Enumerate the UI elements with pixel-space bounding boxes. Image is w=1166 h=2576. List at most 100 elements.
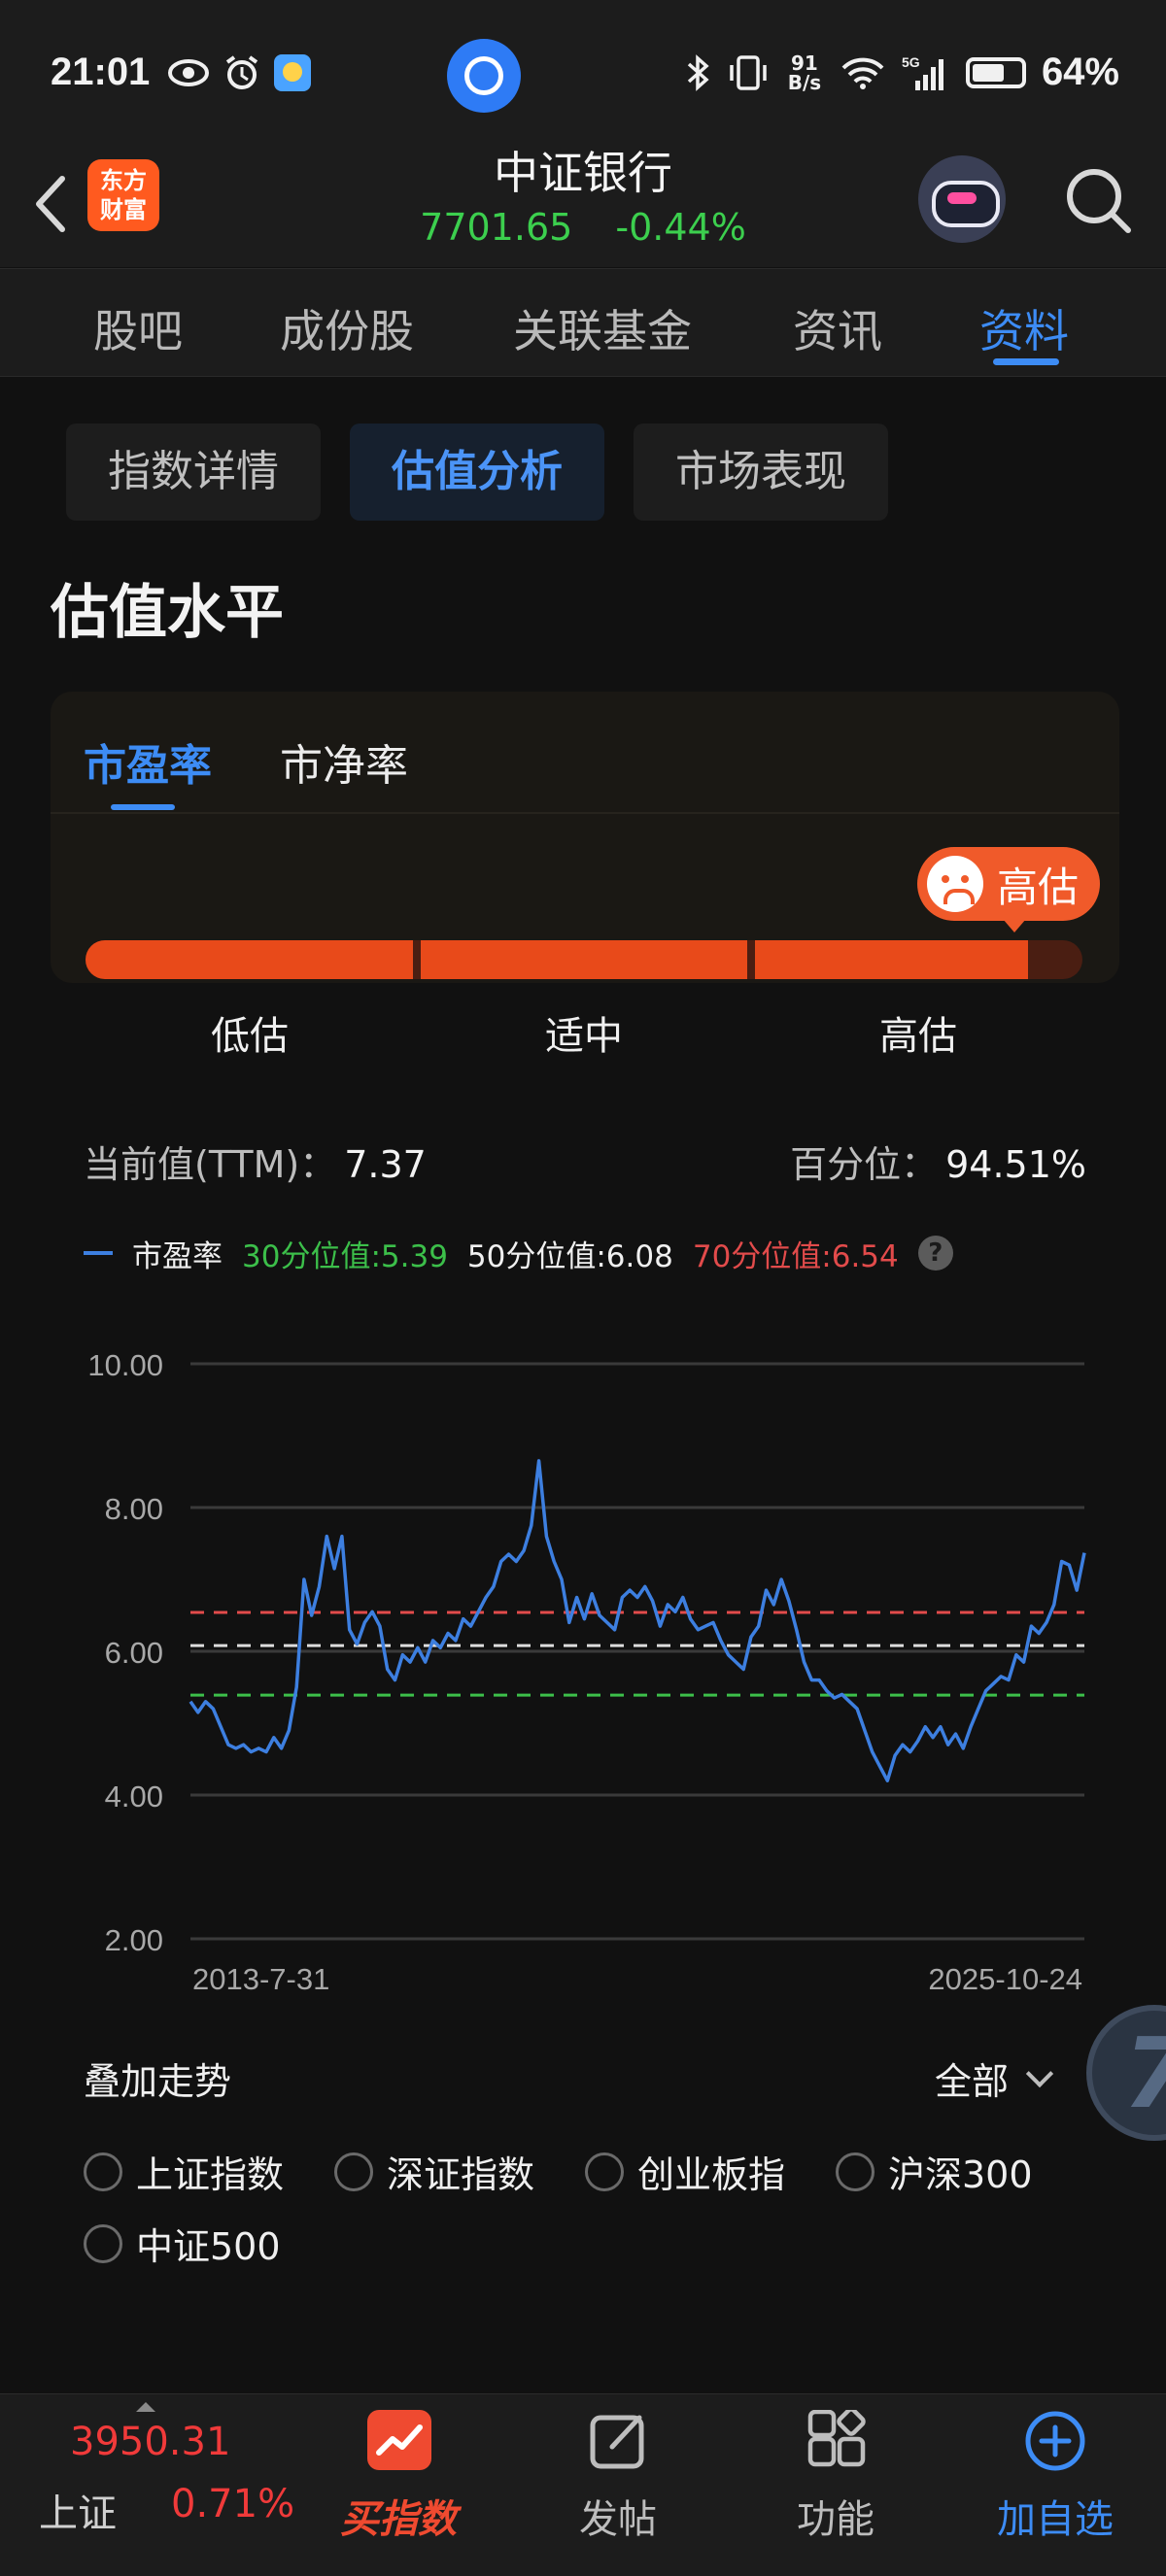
x-end-label: 2025-10-24: [928, 1962, 1082, 1996]
tab-related-funds[interactable]: 关联基金: [513, 296, 692, 360]
level-segment-low: [86, 940, 413, 979]
overlay-range-value: 全部: [935, 2060, 1010, 2103]
tab-pe-ratio[interactable]: 市盈率: [84, 730, 212, 793]
sse-index-name[interactable]: 上证: [39, 2482, 117, 2538]
level-segment-mid: [420, 940, 748, 979]
y-tick-label: 8.00: [105, 1492, 163, 1526]
level-label-low: 低估: [211, 1014, 289, 1059]
vibrate-icon: [730, 54, 767, 90]
expand-caret-icon[interactable]: [136, 2402, 155, 2412]
subtab-index-details[interactable]: 指数详情: [66, 424, 321, 521]
subtab-market-performance[interactable]: 市场表现: [634, 424, 888, 521]
chevron-down-icon: [1025, 2059, 1054, 2087]
floating-app-icon[interactable]: [447, 39, 521, 113]
percentile-number: 94.51%: [945, 1143, 1086, 1186]
subtab-valuation-analysis[interactable]: 估值分析: [350, 424, 604, 521]
chart-legend: 市盈率 30分位值:5.39 50分位值:6.08 70分位值:6.54 ?: [84, 1232, 953, 1274]
radio-icon: [836, 2152, 874, 2191]
svg-text:5G: 5G: [902, 54, 920, 70]
radio-icon: [84, 2152, 122, 2191]
weather-icon: [274, 54, 311, 91]
current-value-label: 当前值(TTM)：: [84, 1143, 337, 1186]
add-watchlist-button[interactable]: 加自选: [968, 2488, 1143, 2544]
functions-button[interactable]: 功能: [748, 2488, 923, 2544]
buy-index-button[interactable]: 买指数: [340, 2488, 457, 2544]
tab-news[interactable]: 资讯: [793, 296, 882, 360]
y-tick-label: 2.00: [105, 1923, 163, 1957]
radio-icon: [334, 2152, 373, 2191]
bluetooth-icon: [687, 53, 709, 91]
sse-index-value[interactable]: 3950.31: [70, 2420, 230, 2464]
index-change: -0.44%: [615, 206, 746, 249]
card-tab-indicator: [111, 804, 175, 810]
percentile-label: 百分位：: [790, 1143, 939, 1186]
pe-ratio-chart: 10.00 8.00 6.00 4.00 2.00 2013-7-31 2025-10-24: [87, 1348, 1086, 1996]
bottom-bar: 3950.31 上证 0.71% 买指数 发帖 功能 加自选: [0, 2393, 1166, 2576]
y-tick-label: 10.00: [87, 1348, 163, 1382]
active-tab-indicator: [993, 358, 1059, 365]
tab-guba[interactable]: 股吧: [93, 296, 183, 360]
y-tick-label: 4.00: [105, 1779, 163, 1813]
card-divider: [51, 812, 1119, 814]
functions-icon[interactable]: [806, 2410, 867, 2470]
overlay-option-szse[interactable]: 深证指数: [334, 2145, 534, 2198]
valuation-level-bar: [86, 940, 1082, 979]
radio-icon: [84, 2223, 122, 2263]
floating-assistant-ball[interactable]: [1086, 2005, 1166, 2141]
valuation-badge: 高估: [917, 847, 1100, 921]
app-header: 东方财富 中证银行 7701.65 -0.44%: [0, 146, 1166, 267]
option-label: 沪深300: [888, 2153, 1033, 2196]
option-label: 上证指数: [136, 2153, 285, 2196]
index-price: 7701.65: [420, 206, 573, 249]
wifi-icon: [841, 57, 884, 89]
badge-label: 高估: [997, 863, 1080, 911]
overlay-option-csi300[interactable]: 沪深300: [836, 2145, 1033, 2198]
alarm-icon: [225, 55, 258, 89]
legend-pe: 市盈率: [132, 1238, 223, 1274]
assistant-avatar[interactable]: [918, 155, 1006, 243]
status-bar: 21:01 91 B/s 5G 64%: [0, 0, 1166, 146]
edit-icon[interactable]: [589, 2410, 649, 2470]
option-label: 深证指数: [387, 2153, 535, 2196]
radio-icon: [585, 2152, 624, 2191]
level-label-high: 高估: [879, 1014, 957, 1059]
overlay-option-sse[interactable]: 上证指数: [84, 2145, 284, 2198]
option-label: 创业板指: [637, 2153, 786, 2196]
legend-p70: 70分位值:6.54: [692, 1238, 899, 1274]
sse-index-change[interactable]: 0.71%: [171, 2482, 294, 2526]
overlay-title: 叠加走势: [84, 2060, 232, 2103]
level-segment-high: [755, 940, 1028, 979]
buy-index-icon[interactable]: [367, 2410, 431, 2470]
percentile: 百分位： 94.51%: [790, 1135, 1086, 1188]
help-icon[interactable]: ?: [917, 1236, 953, 1271]
valuation-card: 市盈率 市净率: [51, 692, 1119, 983]
current-value-number: 7.37: [344, 1143, 427, 1186]
overlay-range-select[interactable]: 全部: [935, 2051, 1054, 2105]
overlay-option-csi500[interactable]: 中证500: [84, 2217, 281, 2270]
current-value: 当前值(TTM)： 7.37: [84, 1135, 427, 1188]
post-button[interactable]: 发帖: [531, 2488, 705, 2544]
badge-pointer: [1003, 919, 1026, 932]
sad-face-icon: [927, 856, 983, 912]
search-icon[interactable]: [1059, 161, 1137, 239]
level-label-mid: 适中: [545, 1014, 623, 1059]
legend-pe-swatch: [84, 1251, 113, 1255]
x-start-label: 2013-7-31: [192, 1962, 329, 1996]
add-circle-icon[interactable]: [1024, 2410, 1086, 2472]
status-icons-left: [167, 54, 311, 91]
overlay-option-chinext[interactable]: 创业板指: [585, 2145, 785, 2198]
option-label: 中证500: [136, 2225, 281, 2268]
tab-profile[interactable]: 资料: [979, 296, 1069, 360]
clock: 21:01: [51, 51, 151, 93]
net-speed: 91 B/s: [787, 51, 822, 94]
y-tick-label: 6.00: [105, 1636, 163, 1670]
eye-icon: [168, 59, 209, 86]
tab-constituents[interactable]: 成份股: [280, 296, 414, 360]
status-icons-right: 91 B/s 5G 64%: [686, 51, 1119, 94]
legend-p30: 30分位值:5.39: [242, 1238, 448, 1274]
tab-pb-ratio[interactable]: 市净率: [280, 730, 408, 793]
section-title: 估值水平: [51, 579, 284, 647]
5g-signal-icon: 5G: [902, 54, 943, 90]
main-tab-bar: 股吧 成份股 关联基金 资讯 资料: [0, 268, 1166, 377]
battery-percent: 64%: [1041, 51, 1119, 93]
